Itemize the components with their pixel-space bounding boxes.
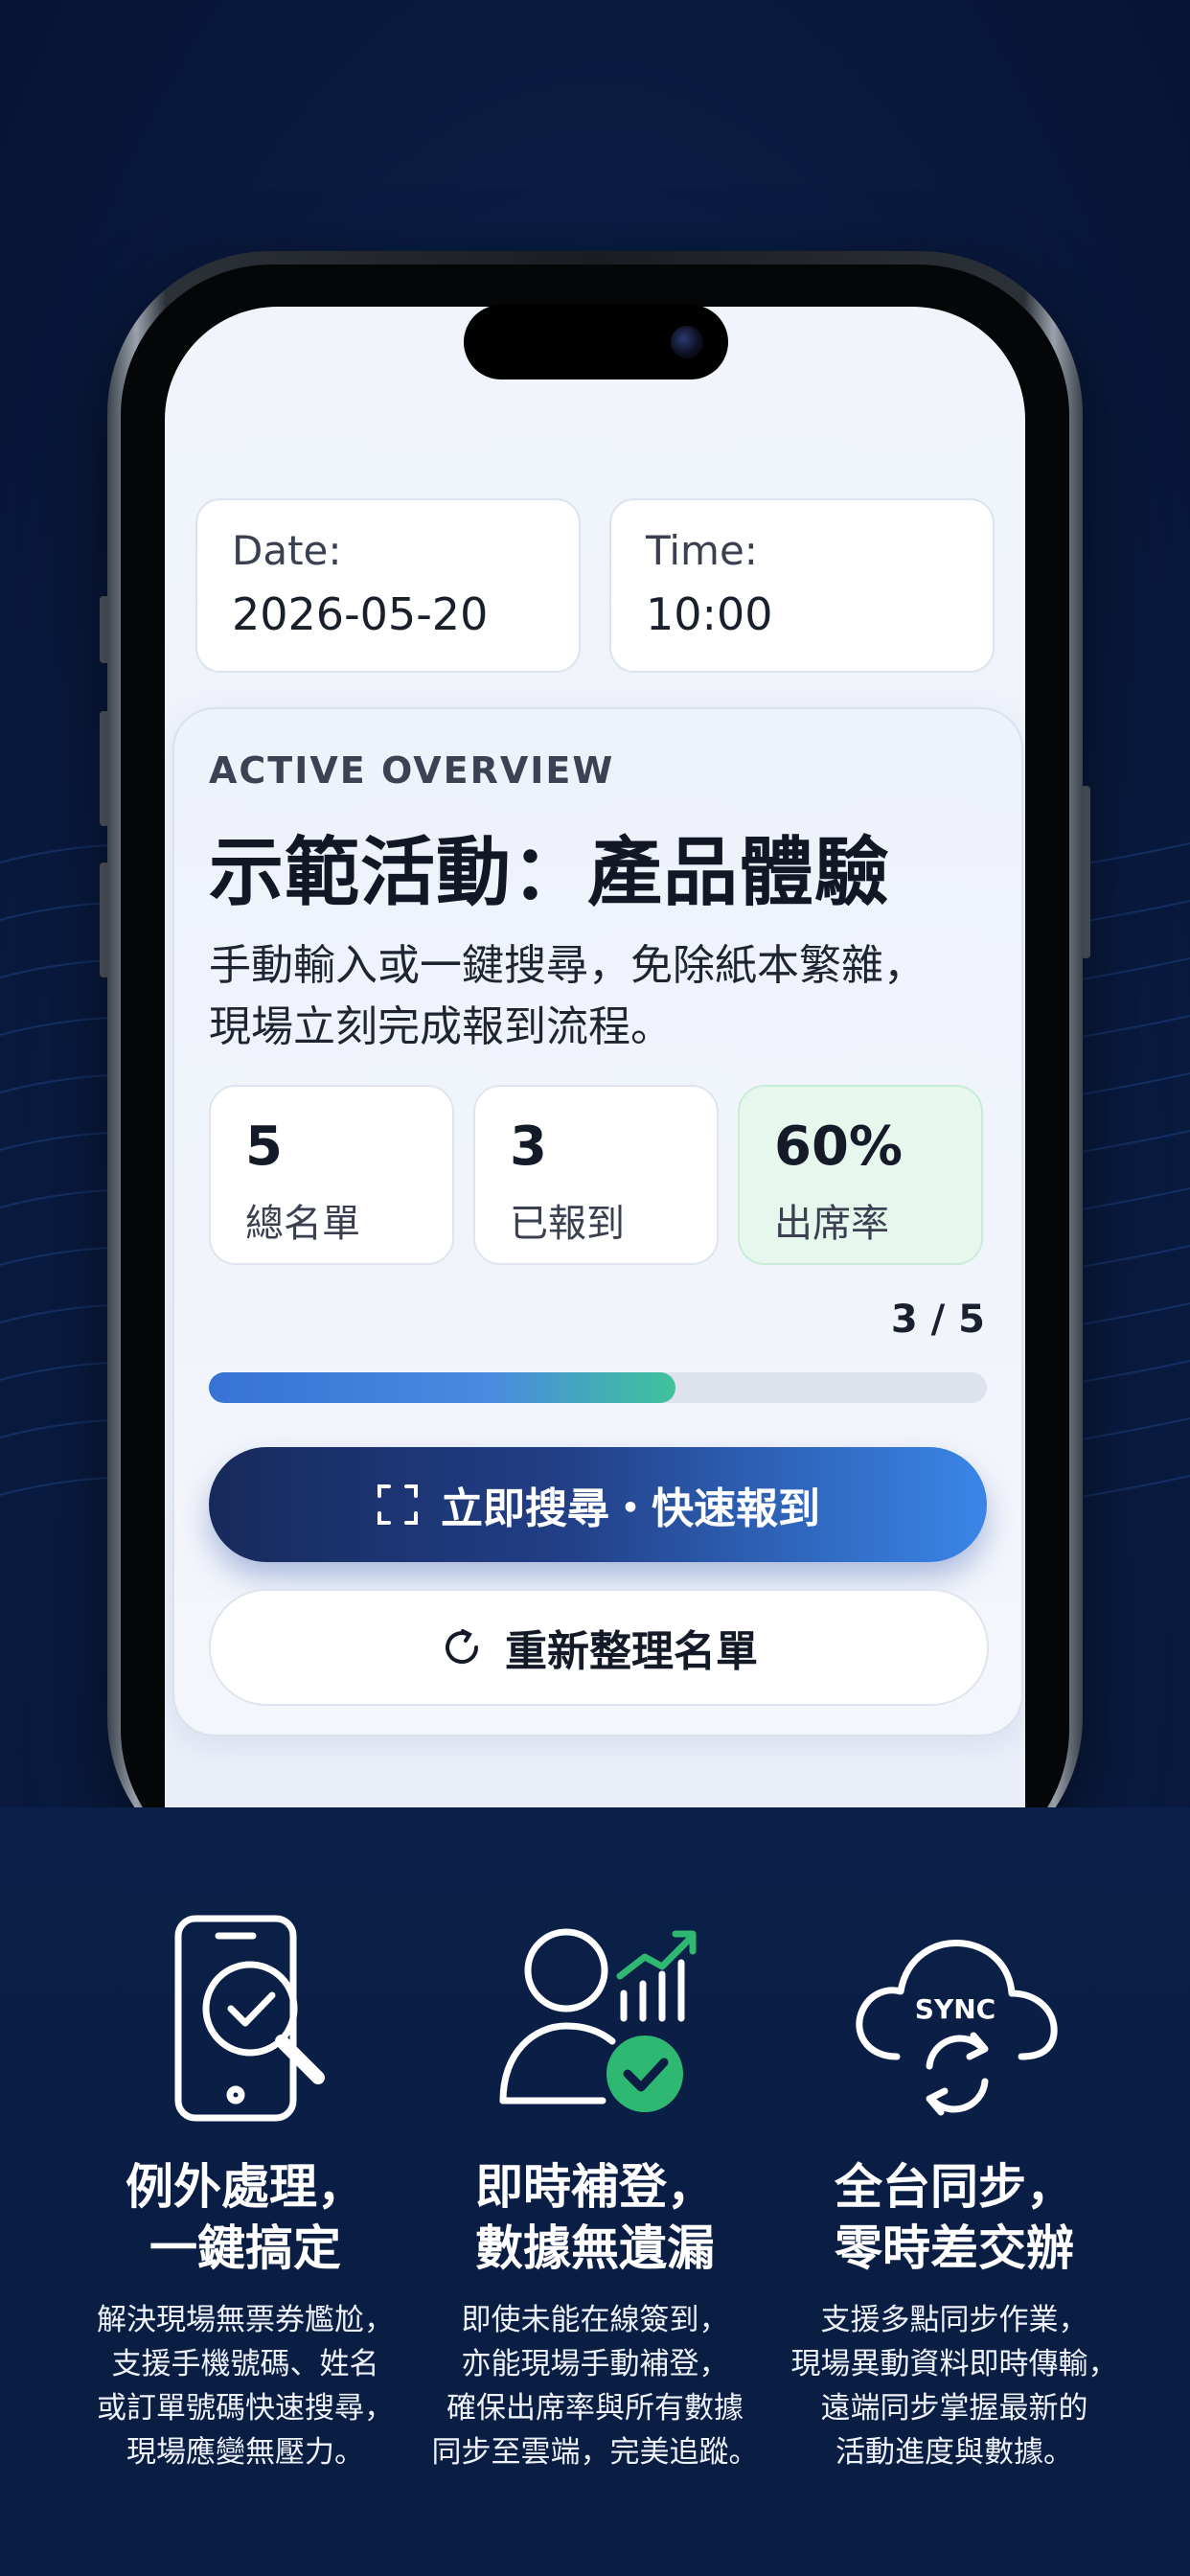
feature-3-text: 支援多點同步作業， 現場異動資料即時傳輸， 遠端同步掌握最新的 活動進度與數據。 [772, 2298, 1136, 2474]
refresh-icon [440, 1625, 484, 1669]
refresh-list-label: 重新整理名單 [505, 1627, 758, 1676]
feature-1-title: 例外處理， 一鍵搞定 [63, 2156, 427, 2279]
feature-exception-handling: 例外處理， 一鍵搞定 解決現場無票券尷尬， 支援手機號碼、姓名 或訂單號碼快速搜… [63, 1913, 427, 2474]
stat-total: 5 總名單 [209, 1085, 454, 1265]
time-card: Time: 10:00 [609, 498, 995, 673]
scan-frame-icon [376, 1483, 420, 1527]
progress-fill [209, 1372, 676, 1403]
feature-1-text: 解決現場無票券尷尬， 支援手機號碼、姓名 或訂單號碼快速搜尋， 現場應變無壓力。 [63, 2298, 427, 2474]
progress-count: 3 / 5 [890, 1298, 985, 1342]
feature-2-text-line-3: 確保出席率與所有數據 [446, 2391, 744, 2426]
feature-1-text-line-3: 或訂單號碼快速搜尋， [97, 2391, 394, 2426]
active-overview-card: ACTIVE OVERVIEW 示範活動：產品體驗 手動輸入或一鍵搜尋，免除紙本… [172, 707, 1023, 1736]
feature-3-title-line-2: 零時差交辦 [835, 2220, 1074, 2276]
feature-instant-registration: 即時補登， 數據無遺漏 即使未能在線簽到， 亦能現場手動補登， 確保出席率與所有… [413, 1913, 777, 2474]
phone-search-check-icon [174, 1915, 325, 2122]
stat-attendance-rate: 60% 出席率 [738, 1085, 983, 1265]
stat-total-value: 5 [245, 1116, 283, 1178]
stat-checked-in: 3 已報到 [473, 1085, 719, 1265]
feature-3-title: 全台同步， 零時差交辦 [772, 2156, 1136, 2279]
feature-3-text-line-4: 活動進度與數據。 [835, 2435, 1073, 2470]
feature-1-title-line-1: 例外處理， [126, 2159, 365, 2215]
phone-frame: Date: 2026-05-20 Time: 10:00 ACTIVE OVER… [107, 251, 1083, 1880]
stat-checked-in-label: 已報到 [510, 1202, 625, 1246]
feature-3-text-line-3: 遠端同步掌握最新的 [820, 2391, 1088, 2426]
search-checkin-button[interactable]: 立即搜尋・快速報到 [209, 1447, 987, 1562]
feature-3-text-line-2: 現場異動資料即時傳輸， [790, 2347, 1118, 2381]
phone-bezel: Date: 2026-05-20 Time: 10:00 ACTIVE OVER… [121, 264, 1069, 1880]
sync-label: SYNC [915, 1993, 995, 2025]
event-description: 手動輸入或一鍵搜尋，免除紙本繁雜， 現場立刻完成報到流程。 [209, 935, 995, 1058]
feature-3-text-line-1: 支援多點同步作業， [820, 2303, 1088, 2337]
feature-2-text: 即使未能在線簽到， 亦能現場手動補登， 確保出席率與所有數據 同步至雲端，完美追… [413, 2298, 777, 2474]
time-label: Time: [646, 527, 758, 574]
feature-2-title-line-2: 數據無遺漏 [475, 2220, 715, 2276]
refresh-list-button[interactable]: 重新整理名單 [209, 1589, 989, 1706]
feature-2-title-line-1: 即時補登， [475, 2159, 715, 2215]
overview-eyebrow: ACTIVE OVERVIEW [209, 749, 615, 792]
search-checkin-label: 立即搜尋・快速報到 [441, 1484, 820, 1533]
event-title: 示範活動：產品體驗 [209, 830, 891, 916]
phone-screen: Date: 2026-05-20 Time: 10:00 ACTIVE OVER… [165, 307, 1025, 1880]
feature-2-text-line-1: 即使未能在線簽到， [461, 2303, 729, 2337]
progress-bar [209, 1372, 987, 1403]
stat-attendance-rate-label: 出席率 [774, 1202, 889, 1246]
features-panel: 例外處理， 一鍵搞定 解決現場無票券尷尬， 支援手機號碼、姓名 或訂單號碼快速搜… [0, 1807, 1190, 2576]
front-camera [671, 326, 703, 358]
date-card: Date: 2026-05-20 [195, 498, 581, 673]
stat-checked-in-value: 3 [510, 1116, 547, 1178]
time-value: 10:00 [646, 588, 773, 640]
cloud-sync-icon: SYNC [856, 1939, 1058, 2116]
feature-2-text-line-2: 亦能現場手動補登， [461, 2347, 729, 2381]
stat-attendance-rate-value: 60% [774, 1116, 904, 1178]
description-line-1: 手動輸入或一鍵搜尋，免除紙本繁雜， [209, 941, 926, 990]
description-line-2: 現場立刻完成報到流程。 [209, 1002, 673, 1051]
feature-1-text-line-1: 解決現場無票券尷尬， [97, 2303, 394, 2337]
feature-1-text-line-2: 支援手機號碼、姓名 [111, 2347, 379, 2381]
feature-1-text-line-4: 現場應變無壓力。 [126, 2435, 364, 2470]
user-check-chart-icon [499, 1928, 697, 2112]
feature-3-title-line-1: 全台同步， [835, 2159, 1074, 2215]
feature-2-title: 即時補登， 數據無遺漏 [413, 2156, 777, 2279]
feature-1-title-line-2: 一鍵搞定 [149, 2220, 341, 2276]
feature-2-text-line-4: 同步至雲端，完美追蹤。 [431, 2435, 759, 2470]
stat-total-label: 總名單 [245, 1202, 360, 1246]
feature-nationwide-sync: SYNC 全台同步， 零時差交辦 支援多點同步作業， 現場異動資料即時傳輸， 遠… [772, 1913, 1136, 2474]
date-value: 2026-05-20 [232, 588, 489, 640]
date-label: Date: [232, 527, 342, 574]
